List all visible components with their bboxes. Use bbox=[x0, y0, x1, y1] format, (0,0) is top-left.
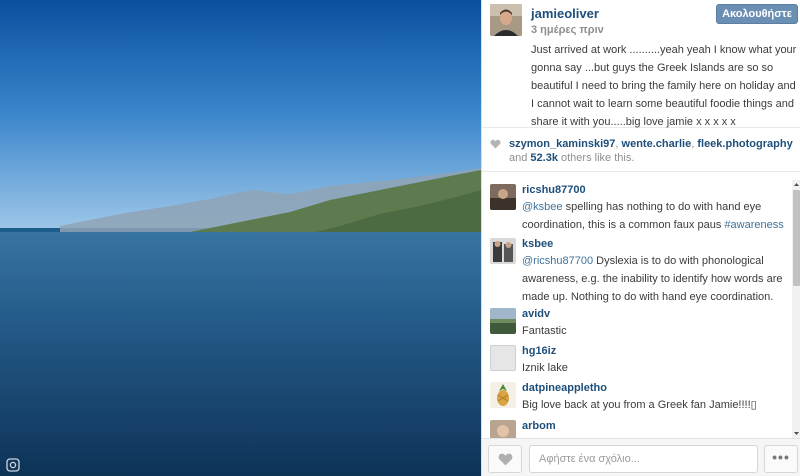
commenter-username[interactable]: ricshu87700 bbox=[522, 184, 586, 196]
like-button[interactable] bbox=[488, 445, 522, 473]
sea-landscape-image bbox=[0, 0, 481, 476]
post-header: jamieoliver 3 ημέρες πριν Ακολουθήστε Ju… bbox=[482, 0, 800, 128]
like-user-link[interactable]: szymon_kaminski97 bbox=[509, 138, 615, 150]
like-user-link[interactable]: fleek.photography bbox=[697, 138, 792, 150]
commenter-avatar[interactable] bbox=[490, 345, 516, 371]
likes-suffix: others like this. bbox=[557, 152, 635, 164]
comments-list[interactable]: ricshu87700 @ksbee spelling has nothing … bbox=[482, 178, 800, 438]
commenter-avatar[interactable] bbox=[490, 382, 516, 408]
comments-scrollbar[interactable] bbox=[792, 180, 800, 438]
scroll-down-arrow-icon[interactable] bbox=[792, 429, 800, 438]
comment-text: @ksbee spelling has nothing to do with h… bbox=[522, 198, 792, 234]
comment-bar: ••• bbox=[482, 438, 800, 476]
commenter-username[interactable]: hg16iz bbox=[522, 345, 556, 357]
commenter-avatar[interactable] bbox=[490, 184, 516, 210]
more-options-button[interactable]: ••• bbox=[764, 445, 798, 473]
heart-icon bbox=[490, 139, 501, 149]
post-caption: Just arrived at work ..........yeah yeah… bbox=[531, 44, 797, 128]
follow-button[interactable]: Ακολουθήστε bbox=[716, 4, 798, 24]
commenter-avatar[interactable] bbox=[490, 238, 516, 264]
commenter-username[interactable]: arbom bbox=[522, 420, 556, 432]
comment-hashtag[interactable]: #awareness bbox=[724, 219, 783, 231]
comment-text: Fantastic bbox=[522, 325, 567, 337]
comment-text: Iznik lake bbox=[522, 362, 568, 374]
author-avatar[interactable] bbox=[490, 4, 522, 36]
scrollbar-thumb[interactable] bbox=[793, 190, 800, 286]
comment-text: Big love back at you from a Greek fan Ja… bbox=[522, 399, 757, 411]
author-username[interactable]: jamieoliver bbox=[531, 6, 599, 21]
instagram-icon bbox=[6, 458, 20, 472]
comment-mention[interactable]: @ricshu87700 bbox=[522, 255, 593, 267]
commenter-username[interactable]: datpineappletho bbox=[522, 382, 607, 394]
post-sidebar: jamieoliver 3 ημέρες πριν Ακολουθήστε Ju… bbox=[481, 0, 800, 476]
heart-icon bbox=[498, 453, 513, 466]
likes-count-line: and 52.3k others like this. bbox=[509, 152, 634, 164]
likes-users: szymon_kaminski97, wente.charlie, fleek.… bbox=[509, 138, 793, 150]
commenter-avatar[interactable] bbox=[490, 308, 516, 334]
commenter-username[interactable]: ksbee bbox=[522, 238, 553, 250]
likes-count[interactable]: 52.3k bbox=[530, 152, 558, 164]
post-photo[interactable] bbox=[0, 0, 481, 476]
comment-mention[interactable]: @ksbee bbox=[522, 201, 563, 213]
post-viewer: jamieoliver 3 ημέρες πριν Ακολουθήστε Ju… bbox=[0, 0, 800, 476]
likes-and: and bbox=[509, 152, 531, 164]
post-timestamp[interactable]: 3 ημέρες πριν bbox=[531, 24, 604, 36]
comment-text: @ricshu87700 Dyslexia is to do with phon… bbox=[522, 252, 792, 306]
likes-summary: szymon_kaminski97, wente.charlie, fleek.… bbox=[482, 136, 800, 172]
scroll-up-arrow-icon[interactable] bbox=[792, 180, 800, 189]
commenter-username[interactable]: avidv bbox=[522, 308, 550, 320]
commenter-avatar[interactable] bbox=[490, 420, 516, 438]
like-user-link[interactable]: wente.charlie bbox=[622, 138, 692, 150]
comment-input[interactable] bbox=[529, 445, 758, 473]
